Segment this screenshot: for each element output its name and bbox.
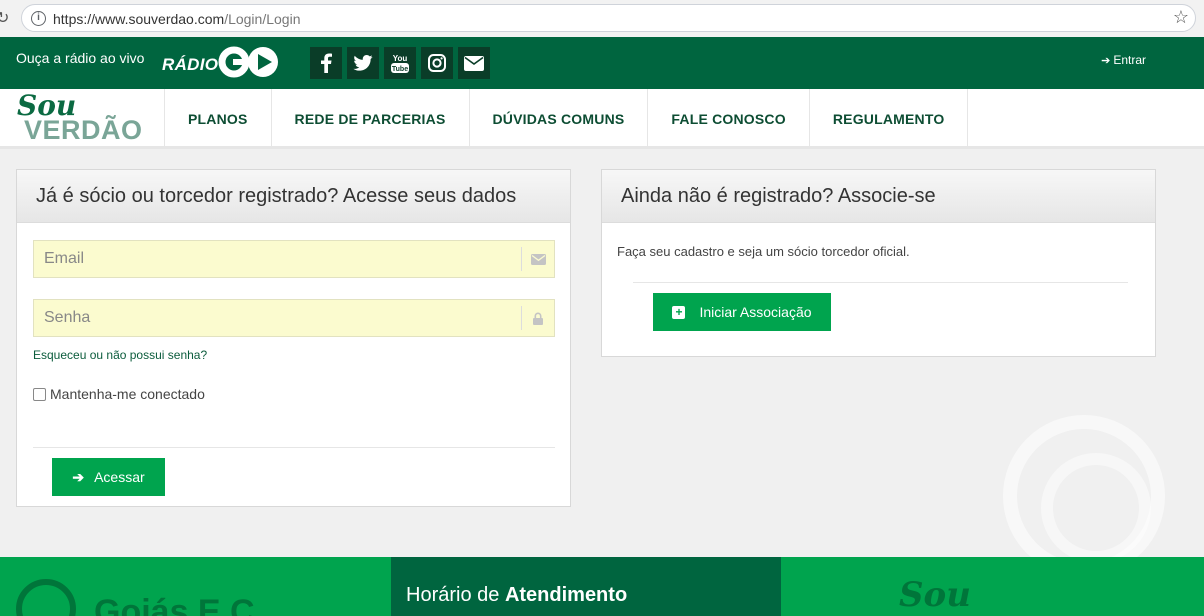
nav-item-planos[interactable]: PLANOS	[164, 89, 271, 149]
top-bar: Ouça a rádio ao vivo RÁDIO You Tube ➔ Ent…	[0, 37, 1204, 89]
login-link[interactable]: ➔ Entrar	[1101, 53, 1146, 67]
footer-hours-title: Horário de Atendimento	[406, 584, 627, 607]
nav-item-fale-conosco[interactable]: FALE CONOSCO	[647, 89, 808, 149]
logo-verdao-text: VERDÃO	[24, 115, 143, 145]
hours-bold: Atendimento	[504, 584, 628, 606]
forgot-password-link[interactable]: Esqueceu ou não possui senha?	[33, 348, 207, 362]
acessar-button-label: Acessar	[94, 469, 145, 485]
footer-club-section: Goiás E.C.	[0, 557, 391, 616]
nav-menu: PLANOS REDE DE PARCERIAS DÚVIDAS COMUNS …	[164, 89, 969, 149]
password-input[interactable]	[34, 300, 520, 336]
instagram-icon[interactable]	[421, 47, 453, 79]
signup-panel-title: Ainda não é registrado? Associe-se	[602, 170, 1155, 223]
address-bar[interactable]: i https://www.souverdao.com/Login/Login …	[21, 4, 1196, 32]
login-panel-title: Já é sócio ou torcedor registrado? Acess…	[17, 170, 570, 223]
footer: Goiás E.C. Horário de Atendimento Sou	[0, 557, 1204, 616]
goias-logo-icon	[16, 579, 76, 616]
social-links: You Tube	[310, 47, 495, 79]
hours-prefix: Horário de	[406, 584, 505, 606]
password-field-wrapper	[33, 299, 555, 337]
reload-icon[interactable]: ↻	[0, 8, 9, 28]
browser-address-row: ↻ i https://www.souverdao.com/Login/Logi…	[0, 0, 1204, 37]
remember-me[interactable]: Mantenha-me conectado	[33, 386, 205, 402]
bookmark-star-icon[interactable]: ☆	[1173, 7, 1189, 28]
envelope-icon	[521, 247, 554, 271]
url-domain: https://www.souverdao.com	[53, 11, 225, 27]
footer-sou-logo: Sou	[899, 575, 971, 615]
iniciar-associacao-label: Iniciar Associação	[699, 304, 812, 320]
signup-description: Faça seu cadastro e seja um sócio torced…	[617, 244, 910, 259]
facebook-icon[interactable]	[310, 47, 342, 79]
nav-item-regulamento[interactable]: REGULAMENTO	[808, 89, 969, 149]
login-link-label: Entrar	[1113, 53, 1146, 67]
nav-item-rede-de-parcerias[interactable]: REDE DE PARCERIAS	[270, 89, 469, 149]
goias-watermark-icon	[1003, 415, 1165, 577]
main-navbar: Sou VERDÃO PLANOS REDE DE PARCERIAS DÚVI…	[0, 89, 1204, 149]
youtube-icon[interactable]: You Tube	[384, 47, 416, 79]
go-logo-icon	[218, 46, 278, 78]
sign-in-icon: ➔	[72, 468, 85, 485]
radio-logo-word: RÁDIO	[162, 55, 219, 74]
site-info-icon[interactable]: i	[31, 11, 46, 26]
svg-text:You: You	[393, 54, 408, 63]
nav-item-duvidas-comuns[interactable]: DÚVIDAS COMUNS	[468, 89, 648, 149]
footer-logo-section: Sou	[781, 557, 1204, 616]
twitter-icon[interactable]	[347, 47, 379, 79]
url-path: /Login/Login	[224, 11, 301, 27]
signup-panel: Ainda não é registrado? Associe-se Faça …	[601, 169, 1156, 357]
mail-icon[interactable]	[458, 47, 490, 79]
iniciar-associacao-button[interactable]: + Iniciar Associação	[653, 293, 831, 331]
acessar-button[interactable]: ➔ Acessar	[52, 458, 165, 496]
remember-me-checkbox[interactable]	[33, 387, 46, 401]
signup-divider	[633, 282, 1128, 283]
footer-club-name: Goiás E.C.	[94, 593, 265, 616]
login-panel: Já é sócio ou torcedor registrado? Acess…	[16, 169, 571, 507]
radio-live-text[interactable]: Ouça a rádio ao vivo	[16, 50, 144, 66]
lock-icon	[521, 306, 554, 330]
login-divider	[33, 447, 555, 448]
remember-me-label: Mantenha-me conectado	[50, 386, 205, 402]
plus-square-icon: +	[672, 305, 686, 319]
email-field-wrapper	[33, 240, 555, 278]
sou-verdao-logo[interactable]: Sou VERDÃO	[15, 89, 155, 145]
sign-in-icon: ➔	[1101, 54, 1111, 67]
address-url[interactable]: https://www.souverdao.com/Login/Login	[53, 11, 300, 27]
email-input[interactable]	[34, 241, 520, 277]
footer-hours-section: Horário de Atendimento	[391, 557, 781, 616]
svg-text:Tube: Tube	[392, 66, 408, 73]
